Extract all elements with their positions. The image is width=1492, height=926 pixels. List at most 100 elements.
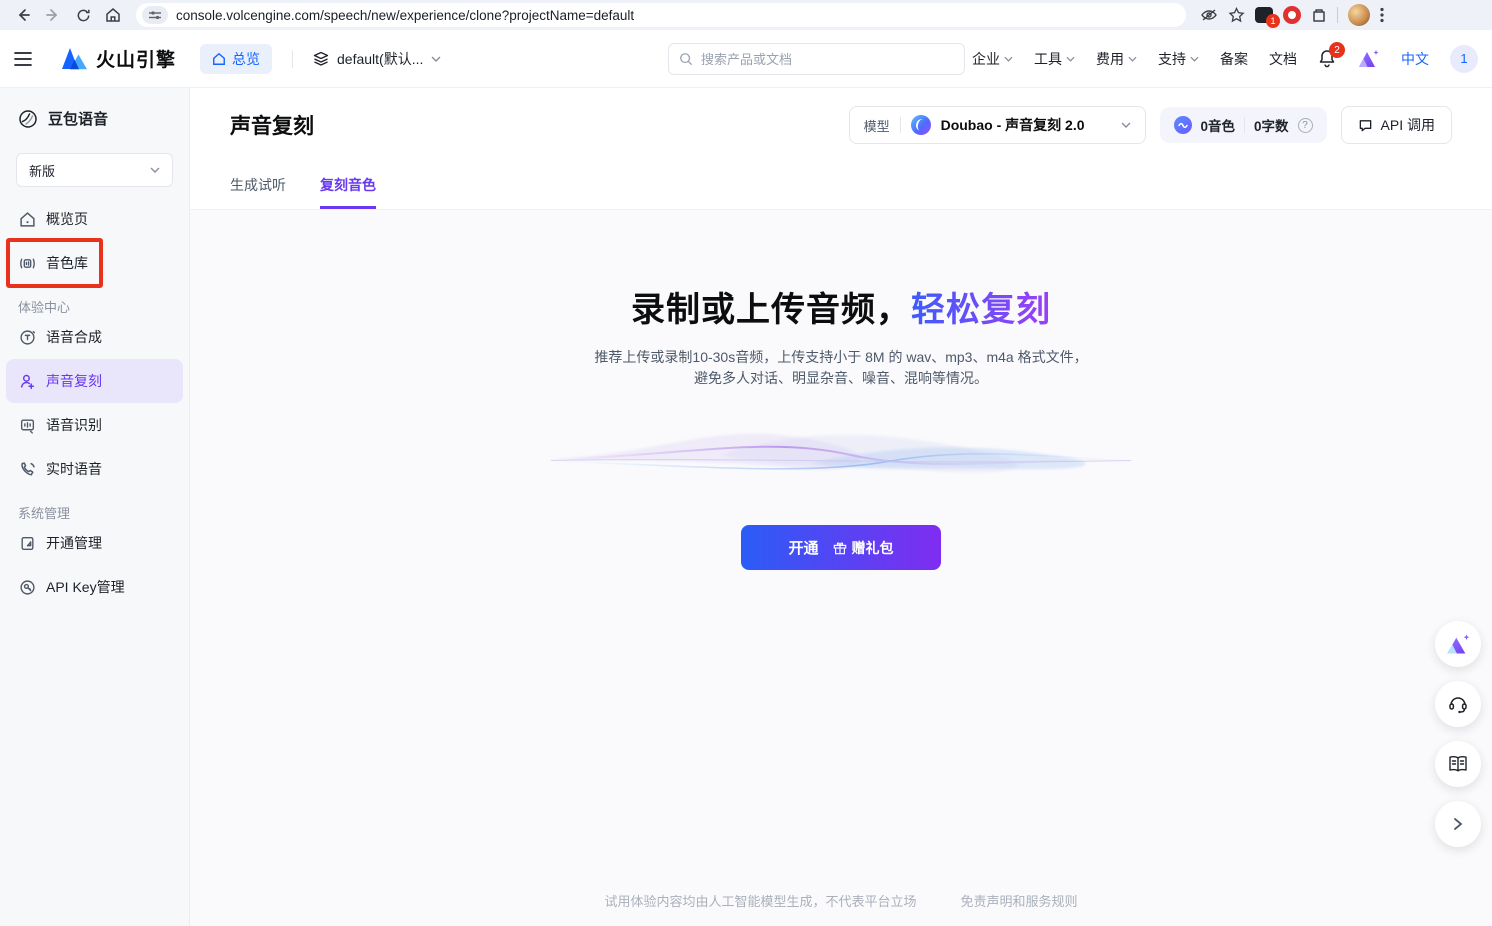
sidebar-item-asr[interactable]: 语音识别 — [6, 403, 183, 447]
ai-assistant-button[interactable] — [1435, 621, 1481, 667]
chevron-down-icon — [1121, 122, 1131, 128]
home-icon[interactable] — [100, 3, 126, 27]
subscription-icon — [18, 534, 36, 552]
sidebar-section-experience: 体验中心 — [0, 285, 189, 315]
tab-bar: 生成试听 复刻音色 — [230, 175, 376, 209]
api-key-icon — [18, 578, 36, 596]
volcengine-logo[interactable]: 火山引擎 — [60, 45, 176, 72]
api-call-button[interactable]: API 调用 — [1341, 106, 1452, 144]
sidebar-item-api-key[interactable]: API Key管理 — [6, 565, 183, 609]
sidebar-item-voice-library[interactable]: 音色库 — [6, 241, 183, 285]
divider — [292, 50, 293, 68]
hero-subtitle-line1: 推荐上传或录制10-30s音频，上传支持小于 8M 的 wav、mp3、m4a … — [190, 347, 1492, 368]
sidebar-item-label: 语音识别 — [46, 415, 102, 435]
speech-synthesis-icon — [18, 328, 36, 346]
tab-clone-voice[interactable]: 复刻音色 — [320, 175, 376, 209]
project-selector[interactable]: default(默认... — [313, 49, 441, 69]
browser-profile-avatar[interactable] — [1348, 4, 1370, 26]
model-selector[interactable]: 模型 Doubao - 声音复刻 2.0 — [849, 106, 1146, 144]
hero-title-accent: 轻松复刻 — [911, 291, 1051, 329]
product-search[interactable] — [668, 43, 965, 75]
language-switch[interactable]: 中文 — [1401, 49, 1429, 69]
ai-assistant-icon[interactable] — [1357, 49, 1380, 69]
overview-label: 总览 — [232, 49, 260, 69]
tab-generate-preview[interactable]: 生成试听 — [230, 175, 286, 209]
extension-tab-icon[interactable] — [1311, 8, 1327, 23]
hamburger-menu-icon[interactable] — [14, 52, 32, 66]
notifications-button[interactable]: 2 — [1318, 49, 1336, 68]
sidebar-item-label: 音色库 — [46, 253, 88, 273]
hero-title: 录制或上传音频，轻松复刻 — [190, 210, 1492, 331]
sidebar-item-voice-clone[interactable]: 声音复刻 — [6, 359, 183, 403]
hide-eye-icon[interactable] — [1200, 7, 1218, 23]
quota-stats[interactable]: 0音色 0字数 ? — [1160, 107, 1327, 143]
overview-button[interactable]: 总览 — [200, 44, 272, 74]
voice-count: 0音色 — [1201, 115, 1236, 135]
support-button[interactable] — [1435, 681, 1481, 727]
footer-disclaimer: 试用体验内容均由人工智能模型生成，不代表平台立场 — [604, 891, 916, 910]
gift-icon — [833, 541, 847, 555]
project-name: default(默认... — [337, 49, 423, 69]
speech-recognition-icon — [18, 416, 36, 434]
model-value: Doubao - 声音复刻 2.0 — [941, 115, 1085, 135]
forward-icon[interactable] — [40, 3, 66, 27]
version-label: 新版 — [29, 161, 55, 180]
content-area: 录制或上传音频，轻松复刻 推荐上传或录制10-30s音频，上传支持小于 8M 的… — [190, 210, 1492, 926]
nav-item-label: 企业 — [972, 49, 1000, 69]
nav-item-docs[interactable]: 文档 — [1269, 49, 1297, 69]
main-area: 声音复刻 模型 Doubao - 声音复刻 2.0 0音色 — [190, 88, 1492, 926]
nav-item-label: 工具 — [1034, 49, 1062, 69]
nav-item-enterprise[interactable]: 企业 — [972, 49, 1013, 69]
sidebar-menu: 概览页 音色库 体验中心 语音合成 声音复刻 — [0, 191, 189, 609]
site-settings-icon[interactable] — [142, 6, 168, 24]
chevron-down-icon — [431, 56, 441, 62]
search-input[interactable] — [701, 52, 954, 67]
chevron-down-icon — [150, 167, 160, 173]
extension-badge: 1 — [1266, 14, 1280, 28]
footer-terms-link[interactable]: 免责声明和服务规则 — [961, 891, 1078, 910]
nav-item-billing[interactable]: 费用 — [1096, 49, 1137, 69]
sidebar-title-label: 豆包语音 — [48, 108, 108, 129]
nav-item-support[interactable]: 支持 — [1158, 49, 1199, 69]
hero-subtitle-line2: 避免多人对话、明显杂音、噪音、混响等情况。 — [190, 368, 1492, 389]
model-label: 模型 — [864, 116, 890, 135]
reload-icon[interactable] — [70, 3, 96, 27]
activate-label: 开通 — [788, 537, 818, 558]
address-bar[interactable]: console.volcengine.com/speech/new/experi… — [136, 3, 1186, 27]
chevron-down-icon — [1066, 56, 1075, 62]
version-selector[interactable]: 新版 — [16, 153, 173, 187]
sidebar-item-overview[interactable]: 概览页 — [6, 197, 183, 241]
doubao-voice-icon — [18, 109, 38, 129]
sidebar-item-label: 开通管理 — [46, 533, 102, 553]
nav-item-label: 文档 — [1269, 49, 1297, 69]
sidebar-item-tts[interactable]: 语音合成 — [6, 315, 183, 359]
char-count: 0字数 — [1254, 115, 1289, 135]
sidebar-item-label: 声音复刻 — [46, 371, 102, 391]
floating-toolbar — [1435, 621, 1481, 847]
divider — [1337, 7, 1338, 23]
nav-left: 火山引擎 总览 default(默认... — [14, 44, 441, 74]
user-avatar[interactable]: 1 — [1450, 45, 1478, 73]
collapse-button[interactable] — [1435, 801, 1481, 847]
chevron-down-icon — [1190, 56, 1199, 62]
back-icon[interactable] — [10, 3, 36, 27]
header-controls: 模型 Doubao - 声音复刻 2.0 0音色 0字数 ? — [849, 106, 1452, 144]
activate-button[interactable]: 开通 赠礼包 — [741, 525, 941, 570]
browser-actions: 1 — [1200, 4, 1384, 26]
extension-red-icon[interactable] — [1283, 6, 1301, 24]
docs-button[interactable] — [1435, 741, 1481, 787]
nav-item-filing[interactable]: 备案 — [1220, 49, 1248, 69]
search-icon — [679, 52, 693, 66]
footer: 试用体验内容均由人工智能模型生成，不代表平台立场 免责声明和服务规则 — [190, 891, 1492, 910]
help-icon[interactable]: ? — [1298, 118, 1313, 133]
sidebar-item-subscription[interactable]: 开通管理 — [6, 521, 183, 565]
gift-package: 赠礼包 — [833, 538, 894, 558]
nav-item-tools[interactable]: 工具 — [1034, 49, 1075, 69]
sidebar-item-realtime[interactable]: 实时语音 — [6, 447, 183, 491]
divider — [1244, 117, 1245, 133]
browser-menu-icon[interactable] — [1380, 7, 1384, 23]
bookmark-star-icon[interactable] — [1228, 7, 1245, 23]
url-text[interactable]: console.volcengine.com/speech/new/experi… — [176, 8, 634, 23]
extension-icon[interactable]: 1 — [1255, 7, 1273, 23]
console-topnav: 火山引擎 总览 default(默认... 企业 工具 费用 支持 — [0, 30, 1492, 88]
